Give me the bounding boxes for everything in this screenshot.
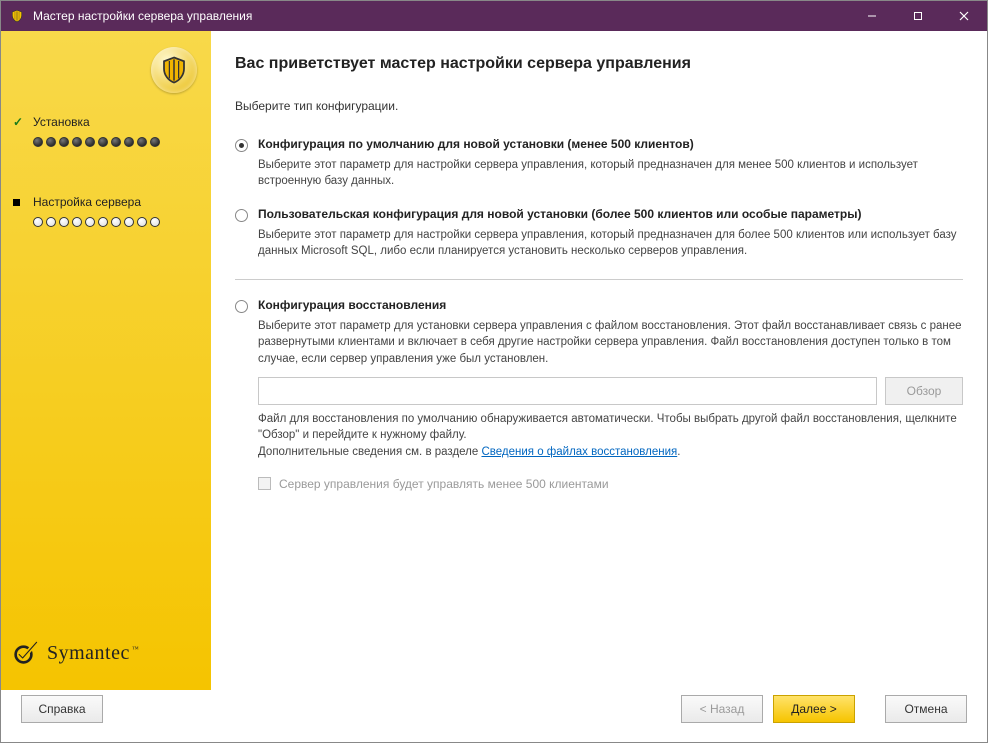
progress-dot — [98, 137, 108, 147]
symantec-check-icon — [13, 637, 41, 670]
page-heading: Вас приветствует мастер настройки сервер… — [235, 55, 963, 73]
back-button[interactable]: < Назад — [681, 695, 763, 723]
option-desc: Выберите этот параметр для установки сер… — [258, 318, 963, 366]
progress-dot — [111, 217, 121, 227]
help-button[interactable]: Справка — [21, 695, 103, 723]
wizard-body: ✓ Установка Настройка сервера Symantec™ — [1, 31, 987, 690]
progress-dot — [85, 137, 95, 147]
progress-dot — [124, 217, 134, 227]
step-label: Настройка сервера — [33, 195, 141, 209]
manage-less-500-checkbox-row: Сервер управления будет управлять менее … — [258, 477, 963, 491]
radio-icon[interactable] — [235, 139, 248, 152]
progress-dot — [46, 137, 56, 147]
maximize-button[interactable] — [895, 1, 941, 31]
next-button[interactable]: Далее > — [773, 695, 855, 723]
step-server-config: Настройка сервера — [13, 195, 199, 227]
window-title: Мастер настройки сервера управления — [33, 9, 849, 23]
close-button[interactable] — [941, 1, 987, 31]
progress-dot — [111, 137, 121, 147]
progress-dot — [137, 217, 147, 227]
option-default-config[interactable]: Конфигурация по умолчанию для новой уста… — [235, 133, 963, 203]
progress-dot — [124, 137, 134, 147]
progress-dot — [85, 217, 95, 227]
symantec-brand: Symantec™ — [13, 637, 199, 670]
symantec-label: Symantec™ — [47, 642, 139, 665]
content-area: Вас приветствует мастер настройки сервер… — [211, 31, 987, 690]
progress-dot — [137, 137, 147, 147]
step-install: ✓ Установка — [13, 115, 199, 147]
progress-dot — [33, 137, 43, 147]
progress-dot — [46, 217, 56, 227]
minimize-button[interactable] — [849, 1, 895, 31]
progress-dot — [150, 217, 160, 227]
progress-dot — [72, 137, 82, 147]
progress-dot — [72, 217, 82, 227]
titlebar: Мастер настройки сервера управления — [1, 1, 987, 31]
current-step-icon — [13, 195, 27, 209]
option-title: Конфигурация по умолчанию для новой уста… — [258, 137, 963, 151]
checkbox-label: Сервер управления будет управлять менее … — [279, 477, 609, 491]
footer-buttons: Справка < Назад Далее > Отмена — [1, 690, 987, 742]
option-recovery-config[interactable]: Конфигурация восстановления Выберите это… — [235, 294, 963, 494]
radio-icon[interactable] — [235, 209, 248, 222]
shield-logo-icon — [151, 47, 197, 93]
option-desc: Выберите этот параметр для настройки сер… — [258, 157, 963, 189]
step-progress-dots — [13, 217, 199, 227]
browse-button[interactable]: Обзор — [885, 377, 963, 405]
progress-dot — [98, 217, 108, 227]
recovery-note: Файл для восстановления по умолчанию обн… — [258, 411, 963, 461]
progress-dot — [59, 217, 69, 227]
divider — [235, 279, 963, 280]
cancel-button[interactable]: Отмена — [885, 695, 967, 723]
progress-dot — [59, 137, 69, 147]
check-icon: ✓ — [13, 115, 27, 129]
sidebar: ✓ Установка Настройка сервера Symantec™ — [1, 31, 211, 690]
option-title: Пользовательская конфигурация для новой … — [258, 207, 963, 221]
step-label: Установка — [33, 115, 90, 129]
checkbox-icon — [258, 477, 271, 490]
page-subtext: Выберите тип конфигурации. — [235, 99, 963, 113]
radio-icon[interactable] — [235, 300, 248, 313]
option-title: Конфигурация восстановления — [258, 298, 963, 312]
option-desc: Выберите этот параметр для настройки сер… — [258, 227, 963, 259]
recovery-info-link[interactable]: Сведения о файлах восстановления — [481, 446, 677, 458]
option-custom-config[interactable]: Пользовательская конфигурация для новой … — [235, 203, 963, 273]
progress-dot — [150, 137, 160, 147]
window-controls — [849, 1, 987, 31]
step-progress-dots — [13, 137, 199, 147]
app-shield-icon — [9, 8, 25, 24]
recovery-file-input[interactable] — [258, 377, 877, 405]
progress-dot — [33, 217, 43, 227]
wizard-window: Мастер настройки сервера управления ✓ Ус… — [0, 0, 988, 743]
